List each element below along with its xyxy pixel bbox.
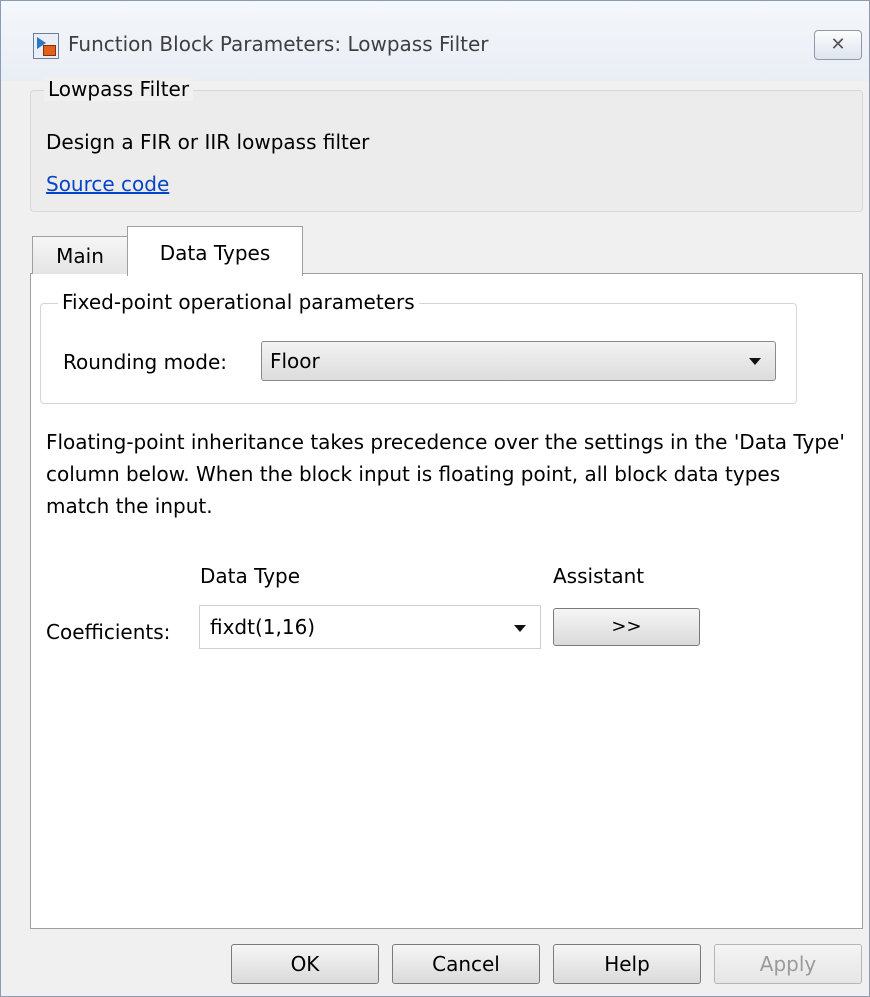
coefficients-data-type-value: fixdt(1,16) bbox=[210, 615, 316, 639]
description-text: Design a FIR or IIR lowpass filter bbox=[46, 130, 370, 154]
window-title: Function Block Parameters: Lowpass Filte… bbox=[68, 32, 489, 56]
rounding-mode-select[interactable]: Floor bbox=[261, 341, 776, 381]
apply-button[interactable]: Apply bbox=[714, 944, 862, 984]
simulink-block-icon bbox=[33, 33, 59, 59]
inheritance-info-text: Floating-point inheritance takes precede… bbox=[46, 430, 845, 518]
description-group-title: Lowpass Filter bbox=[44, 77, 194, 101]
chevron-down-icon bbox=[749, 358, 761, 365]
assistant-column-header: Assistant bbox=[553, 564, 645, 588]
rounding-mode-label: Rounding mode: bbox=[63, 350, 228, 374]
help-button[interactable]: Help bbox=[553, 944, 701, 984]
source-code-link[interactable]: Source code bbox=[46, 172, 169, 196]
coefficients-data-type-combobox[interactable]: fixdt(1,16) bbox=[199, 605, 541, 649]
close-icon: ✕ bbox=[830, 34, 846, 55]
data-type-column-header: Data Type bbox=[200, 564, 301, 588]
data-type-assistant-button[interactable]: >> bbox=[553, 608, 700, 646]
rounding-mode-value: Floor bbox=[270, 349, 320, 373]
close-button[interactable]: ✕ bbox=[814, 30, 862, 60]
fixed-point-group-title: Fixed-point operational parameters bbox=[58, 290, 419, 314]
tab-data-types[interactable]: Data Types bbox=[127, 226, 303, 276]
chevron-down-icon bbox=[514, 625, 526, 632]
ok-button[interactable]: OK bbox=[231, 944, 379, 984]
tab-main[interactable]: Main bbox=[32, 236, 128, 274]
cancel-button[interactable]: Cancel bbox=[392, 944, 540, 984]
coefficients-label: Coefficients: bbox=[46, 620, 171, 644]
